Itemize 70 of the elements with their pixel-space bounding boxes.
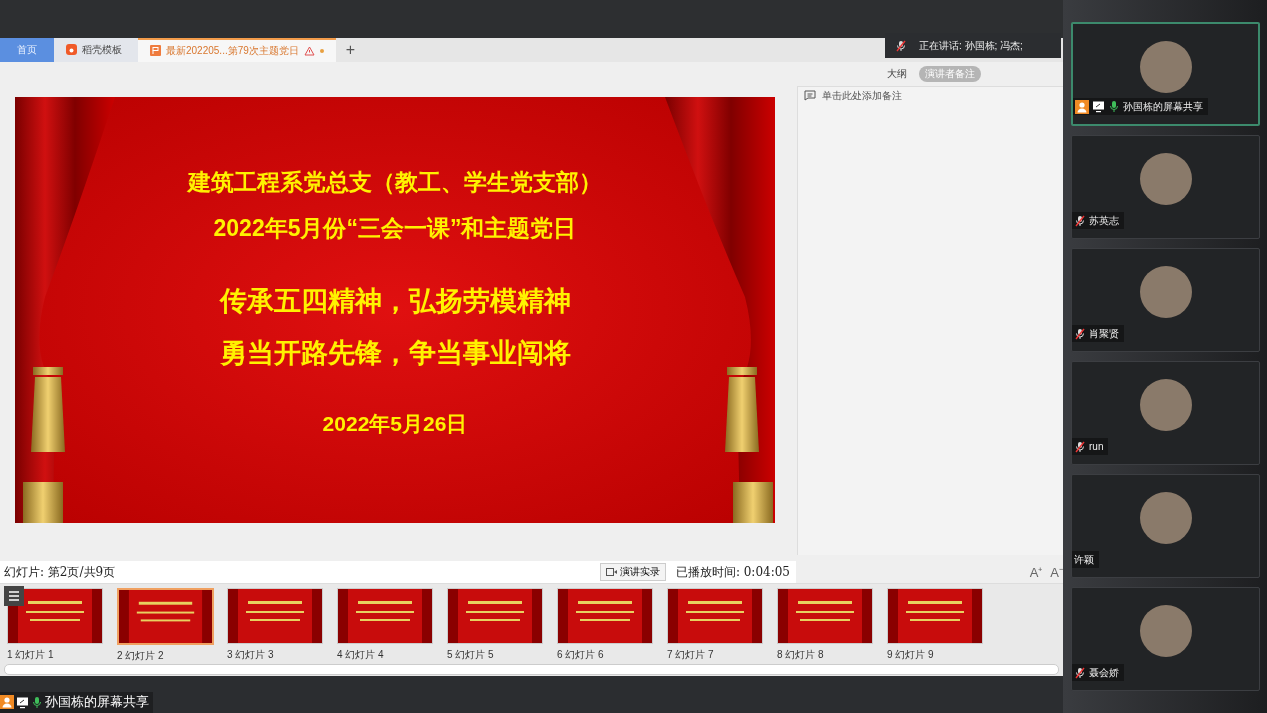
avatar-placeholder [1139, 41, 1192, 93]
avatar-placeholder [1139, 266, 1192, 318]
participant-name: 苏英志 [1089, 213, 1119, 228]
screen-share-icon [1092, 100, 1105, 113]
participant-name: 聂会娇 [1089, 665, 1119, 680]
elapsed-time: 已播放时间: 0:04:05 [675, 563, 790, 581]
avatar-placeholder [1139, 153, 1192, 205]
warning-icon [303, 45, 315, 56]
participant-tile[interactable]: 聂会娇 [1071, 587, 1260, 691]
microphone-icon [31, 695, 43, 709]
slide-thumbnail[interactable] [117, 588, 214, 646]
mic-muted-icon [1074, 440, 1086, 453]
share-label: 孙国栋的屏幕共享 [45, 693, 149, 711]
mic-muted-icon [1074, 214, 1086, 227]
thumbnail-label[interactable]: 8 幻灯片 8 [777, 648, 873, 663]
slide-counter: 幻灯片: 第2页/共9页 [3, 563, 117, 581]
font-decrease-button[interactable]: A⁻ [1050, 563, 1063, 582]
font-increase-button[interactable]: A⁺ [1029, 563, 1043, 582]
notes-field[interactable]: 单击此处添加备注 [822, 89, 1042, 101]
participant-name: 肖聚贤 [1089, 326, 1119, 341]
participant-name: 许颖 [1074, 552, 1094, 567]
thumbnail-label[interactable]: 3 幻灯片 3 [227, 648, 323, 663]
thumbnail-label[interactable]: 2 幻灯片 2 [117, 649, 213, 664]
slide-title: 建筑工程系党总支（教工、学生党支部） [188, 167, 602, 197]
comment-icon [804, 89, 816, 101]
thumbnail-label[interactable]: 9 幻灯片 9 [887, 648, 983, 663]
avatar-placeholder [1139, 379, 1192, 431]
speaking-text: 正在讲话: 孙国栋; 冯杰; [919, 38, 1023, 53]
unsaved-dot [319, 48, 324, 53]
participant-name: run [1089, 441, 1104, 452]
slide-thumbnail[interactable] [667, 588, 763, 645]
horizontal-scrollbar[interactable] [4, 664, 1059, 676]
avatar-placeholder [1139, 605, 1192, 657]
menu-icon[interactable] [4, 586, 24, 607]
slide-thumbnail[interactable] [887, 588, 983, 645]
slide-thumbnail[interactable] [227, 588, 323, 645]
microphone-icon [1108, 100, 1120, 113]
tab[interactable]: 稻壳模板 [54, 38, 138, 62]
presentation-file-icon [150, 45, 161, 57]
participant-tile[interactable]: 肖聚贤 [1071, 248, 1260, 352]
mic-muted-icon [1074, 666, 1086, 679]
thumbnail-label[interactable]: 7 幻灯片 7 [667, 648, 763, 663]
slide-thumbnail[interactable] [557, 588, 653, 645]
thumbnail-label[interactable]: 1 幻灯片 1 [7, 648, 103, 663]
participant-tile[interactable]: 许颖 [1071, 474, 1260, 578]
screen-share-icon [16, 695, 29, 709]
participant-tile[interactable]: 苏英志 [1071, 135, 1260, 239]
avatar-placeholder [1139, 492, 1192, 544]
record-button[interactable]: 演讲实录 [599, 563, 666, 582]
thumbnail-label[interactable]: 4 幻灯片 4 [337, 648, 433, 663]
participant-tile[interactable]: run [1071, 361, 1260, 465]
notes-tab[interactable]: 大纲 [881, 65, 913, 82]
new-tab-button[interactable]: + [335, 38, 366, 62]
slide-slogan: 勇当开路先锋，争当事业闯将 [219, 336, 571, 370]
slide-thumbnail[interactable] [447, 588, 543, 645]
slide-slogan: 传承五四精神，弘扬劳模精神 [219, 284, 571, 318]
slide-title: 2022年5月份“三会一课”和主题党日 [213, 213, 577, 243]
thumbnail-label[interactable]: 6 幻灯片 6 [557, 648, 653, 663]
camera-icon [605, 568, 617, 577]
slide-thumbnail[interactable] [777, 588, 873, 645]
person-icon [0, 695, 14, 709]
participant-name: 孙国栋的屏幕共享 [1123, 99, 1203, 114]
participant-tile[interactable]: 孙国栋的屏幕共享 [1071, 22, 1260, 126]
person-icon [1075, 99, 1089, 114]
mic-muted-icon [1074, 327, 1086, 340]
slide-date: 2022年5月26日 [322, 410, 468, 437]
thumbnail-label[interactable]: 5 幻灯片 5 [447, 648, 543, 663]
slide-thumbnail[interactable] [7, 588, 103, 645]
mic-muted-icon [895, 39, 907, 52]
slide-thumbnail[interactable] [337, 588, 433, 645]
